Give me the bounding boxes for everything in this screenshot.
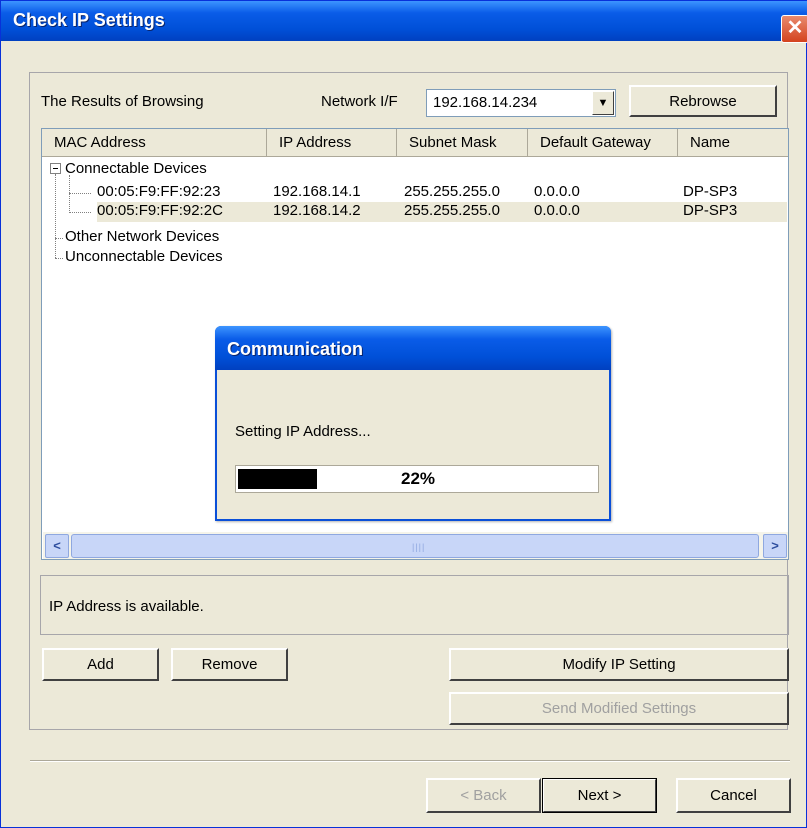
row-gateway: 0.0.0.0 xyxy=(534,183,580,200)
rebrowse-button[interactable]: Rebrowse xyxy=(629,85,777,117)
separator xyxy=(30,760,790,762)
row-gateway: 0.0.0.0 xyxy=(534,202,580,219)
window-title: Check IP Settings xyxy=(13,10,165,30)
column-mac[interactable]: MAC Address xyxy=(42,129,267,156)
row-mask: 255.255.255.0 xyxy=(404,202,500,219)
tree-line xyxy=(69,193,91,194)
horizontal-scrollbar[interactable]: < |||| > xyxy=(43,532,788,559)
tree-line xyxy=(69,212,91,213)
close-icon[interactable]: ✕ xyxy=(781,15,807,43)
status-box: IP Address is available. xyxy=(40,575,789,635)
row-mac: 00:05:F9:FF:92:2C xyxy=(97,202,223,219)
row-mask: 255.255.255.0 xyxy=(404,183,500,200)
modify-ip-setting-button[interactable]: Modify IP Setting xyxy=(449,648,789,681)
scroll-right-icon[interactable]: > xyxy=(763,534,787,558)
row-ip: 192.168.14.2 xyxy=(273,202,361,219)
group-other[interactable]: Other Network Devices xyxy=(65,228,219,245)
tree-line xyxy=(55,174,56,258)
next-button[interactable]: Next > xyxy=(542,778,657,813)
tree-line xyxy=(55,238,63,239)
scroll-thumb[interactable]: |||| xyxy=(71,534,759,558)
status-text: IP Address is available. xyxy=(49,598,204,615)
network-if-label: Network I/F xyxy=(321,93,398,110)
group-unconnectable[interactable]: Unconnectable Devices xyxy=(65,248,223,265)
dialog-message: Setting IP Address... xyxy=(235,423,371,440)
browse-results-label: The Results of Browsing xyxy=(41,93,204,110)
chevron-down-icon[interactable]: ▼ xyxy=(592,91,614,115)
row-mac: 00:05:F9:FF:92:23 xyxy=(97,183,221,200)
column-ip[interactable]: IP Address xyxy=(267,129,397,156)
check-ip-settings-window: Check IP Settings ✕ The Results of Brows… xyxy=(0,0,807,828)
dialog-title: Communication xyxy=(227,339,364,359)
send-modified-settings-button[interactable]: Send Modified Settings xyxy=(449,692,789,725)
progress-label: 22% xyxy=(400,469,436,488)
tree-line xyxy=(55,258,63,259)
network-if-select[interactable]: 192.168.14.234 ▼ xyxy=(426,89,616,117)
group-connectable[interactable]: Connectable Devices xyxy=(65,160,207,177)
progress-bar: 22% xyxy=(235,465,599,493)
row-ip: 192.168.14.1 xyxy=(273,183,361,200)
remove-button[interactable]: Remove xyxy=(171,648,288,681)
title-bar[interactable]: Check IP Settings ✕ xyxy=(1,1,807,43)
communication-dialog: Communication Setting IP Address... 22% xyxy=(215,326,611,521)
column-name[interactable]: Name xyxy=(678,129,788,156)
collapse-icon[interactable] xyxy=(50,163,61,174)
tree-line xyxy=(69,175,70,213)
row-name: DP-SP3 xyxy=(683,183,738,200)
scroll-left-icon[interactable]: < xyxy=(45,534,69,558)
cancel-button[interactable]: Cancel xyxy=(676,778,791,813)
dialog-title-bar[interactable]: Communication xyxy=(215,326,611,370)
add-button[interactable]: Add xyxy=(42,648,159,681)
network-if-value: 192.168.14.234 xyxy=(433,94,538,111)
back-button[interactable]: < Back xyxy=(426,778,541,813)
column-mask[interactable]: Subnet Mask xyxy=(397,129,528,156)
column-gateway[interactable]: Default Gateway xyxy=(528,129,678,156)
list-header: MAC Address IP Address Subnet Mask Defau… xyxy=(42,129,788,157)
row-name: DP-SP3 xyxy=(683,202,738,219)
